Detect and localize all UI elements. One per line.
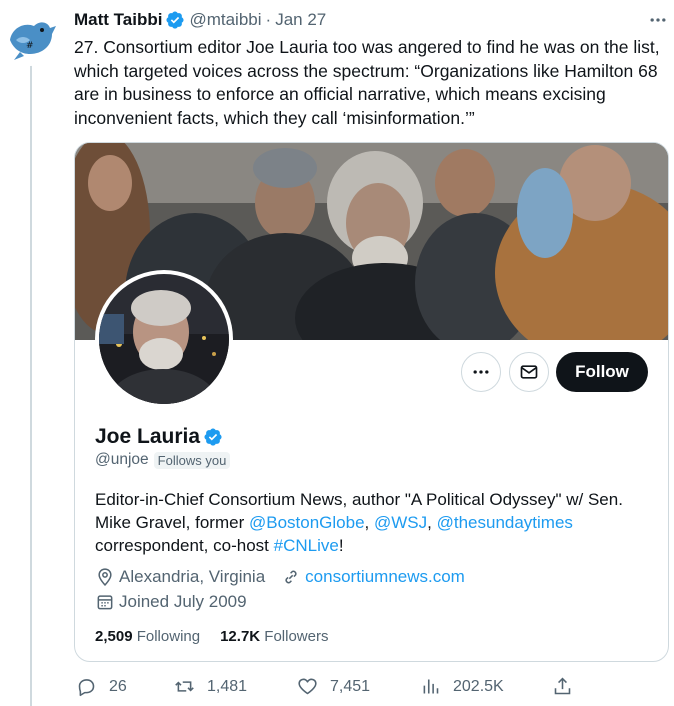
following-label: Following [136,628,201,645]
share-icon [554,677,571,695]
profile-name[interactable]: Joe Lauria [95,425,200,449]
retweet-icon [175,681,194,692]
profile-card[interactable]: Follow Joe Lauria @unjoe Follows you Edi… [74,142,669,662]
author-handle[interactable]: @mtaibbi [189,10,261,30]
calendar-icon [95,592,115,612]
tweet-text: 27. Consortium editor Joe Lauria too was… [74,37,660,128]
views-button[interactable]: 202.5K [420,676,504,697]
more-dots-icon[interactable] [646,8,670,32]
followers-stat[interactable]: 12.7K Followers [220,628,328,645]
bio-mention-wsj[interactable]: @WSJ [374,513,427,532]
thread-line [30,64,32,706]
tweet-actions: 26 1,481 7,451 202.5K [74,676,594,702]
profile-handle[interactable]: @unjoe [95,451,149,469]
profile-bio: Editor-in-Chief Consortium News, author … [95,488,655,557]
profile-website[interactable]: consortiumnews.com [305,567,465,587]
like-button[interactable]: 7,451 [297,676,370,697]
more-dots-icon [473,370,489,374]
reply-icon [78,679,95,697]
profile-joined-row: Joined July 2009 [95,592,247,612]
profile-joined: Joined July 2009 [119,592,247,611]
followers-label: Followers [264,628,329,645]
profile-stats: 2,509 Following 12.7K Followers [95,628,348,645]
views-count: 202.5K [453,677,504,695]
profile-more-button[interactable] [461,352,501,392]
profile-handle-row: @unjoe Follows you [95,451,231,469]
tweet-header: Matt Taibbi @mtaibbi · Jan 27 [74,9,326,31]
bio-mention-bostonglobe[interactable]: @BostonGlobe [249,513,365,532]
retweet-count: 1,481 [207,677,248,695]
follow-button[interactable]: Follow [556,352,648,392]
bird-logo-icon: # [3,11,57,65]
heart-icon [298,678,317,695]
reply-count: 26 [109,677,127,695]
bio-hashtag[interactable]: #CNLive [274,536,339,555]
reply-button[interactable]: 26 [76,676,127,697]
following-count: 2,509 [95,628,133,645]
tweet-date[interactable]: Jan 27 [275,10,326,30]
views-bar-icon [423,679,439,694]
follows-you-badge: Follows you [153,451,231,469]
verified-badge-icon [165,10,185,30]
following-stat[interactable]: 2,509 Following [95,628,200,645]
header-separator: · [265,10,272,29]
verified-badge-icon [203,427,223,447]
profile-avatar[interactable] [95,270,233,408]
author-name[interactable]: Matt Taibbi [74,10,162,30]
svg-text:#: # [26,41,34,51]
profile-location: Alexandria, Virginia [119,567,266,586]
bio-mention-sundaytimes[interactable]: @thesundaytimes [437,513,573,532]
bio-comma: , [427,513,437,532]
bio-comma: , [364,513,374,532]
retweet-button[interactable]: 1,481 [174,676,247,697]
like-count: 7,451 [330,677,371,695]
envelope-icon [520,365,538,379]
profile-meta-row: Alexandria, Virginia consortiumnews.com [95,567,465,587]
followers-count: 12.7K [220,628,261,645]
link-icon [281,567,301,587]
location-pin-icon [95,567,115,587]
profile-name-row: Joe Lauria [95,425,223,449]
message-button[interactable] [509,352,549,392]
author-avatar[interactable]: # [2,10,58,66]
bio-text: ! [338,536,344,555]
share-button[interactable] [552,676,585,697]
bio-text: correspondent, co-host [95,536,274,555]
